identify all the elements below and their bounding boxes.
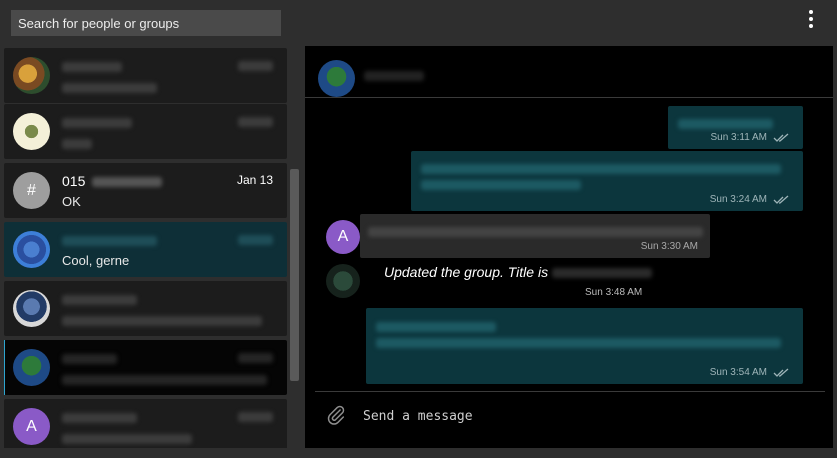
selection-indicator (4, 340, 5, 395)
search-input[interactable] (11, 10, 281, 36)
contact-list-scrollbar[interactable] (290, 169, 299, 381)
message-bubble: Sun 3:30 AM (360, 214, 710, 258)
system-message: Updated the group. Title is (384, 264, 652, 280)
chat-header (305, 46, 833, 98)
read-receipt-icon (773, 368, 789, 377)
contact-time: Jan 13 (236, 173, 273, 187)
avatar: # (13, 172, 50, 209)
avatar (13, 57, 50, 94)
contact-item[interactable]: # 015 OK Jan 13 (4, 163, 287, 218)
avatar (13, 349, 50, 386)
message-bubble: Sun 3:54 AM (366, 308, 803, 384)
contact-item[interactable] (4, 340, 287, 395)
contact-name: 015 (62, 173, 86, 189)
message-input[interactable] (361, 402, 805, 430)
message-time: Sun 3:48 AM (585, 287, 643, 298)
contact-preview: Cool, gerne (62, 253, 130, 268)
paperclip-icon[interactable] (325, 404, 347, 426)
read-receipt-icon (773, 195, 789, 204)
contact-list: # 015 OK Jan 13 Cool, gerne A (4, 48, 287, 448)
message-time: Sun 3:24 AM (709, 194, 767, 205)
avatar (13, 231, 50, 268)
contact-item[interactable] (4, 48, 287, 103)
message-time: Sun 3:11 AM (710, 132, 767, 143)
message-bubble: Sun 3:11 AM (668, 106, 803, 149)
contact-preview: OK (62, 194, 81, 209)
avatar (326, 264, 360, 298)
avatar (13, 113, 50, 150)
chat-title (364, 67, 424, 85)
read-receipt-icon (773, 133, 789, 142)
avatar (13, 290, 50, 327)
contact-item[interactable] (4, 281, 287, 336)
more-vertical-icon[interactable] (802, 8, 820, 30)
contact-item[interactable]: A (4, 399, 287, 448)
avatar (318, 60, 355, 97)
message-composer (315, 391, 825, 449)
message-bubble: Sun 3:24 AM (411, 151, 803, 211)
avatar: A (13, 408, 50, 445)
avatar: A (326, 220, 360, 254)
message-time: Sun 3:30 AM (640, 241, 698, 252)
message-time: Sun 3:54 AM (709, 367, 767, 378)
contact-item[interactable]: Cool, gerne (4, 222, 287, 277)
chat-panel: Sun 3:11 AM Sun 3:24 AM A Sun 3:30 AM Up… (305, 46, 833, 448)
contact-item[interactable] (4, 104, 287, 159)
